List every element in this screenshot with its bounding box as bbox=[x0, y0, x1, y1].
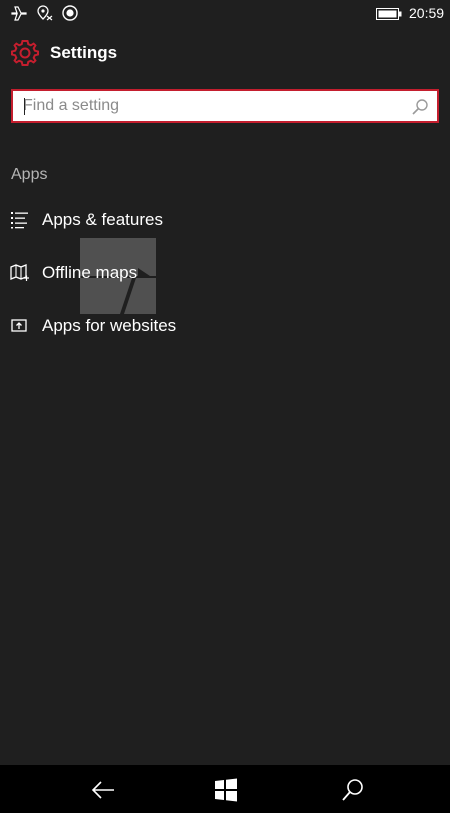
menu-item-offline-maps[interactable]: Offline maps bbox=[0, 253, 450, 306]
search-icon[interactable] bbox=[340, 777, 366, 803]
window-link-icon bbox=[10, 316, 30, 336]
driving-mode-icon bbox=[61, 4, 79, 22]
text-caret bbox=[24, 98, 25, 115]
search-icon[interactable] bbox=[411, 98, 429, 116]
menu-item-apps-for-websites[interactable]: Apps for websites bbox=[0, 306, 450, 359]
list-icon bbox=[10, 210, 30, 230]
back-arrow-icon[interactable] bbox=[90, 777, 116, 803]
airplane-mode-icon bbox=[10, 4, 28, 22]
menu-item-label: Apps for websites bbox=[42, 316, 177, 335]
menu-item-apps-features[interactable]: Apps & features bbox=[0, 200, 450, 253]
apps-menu-list: Apps & features Offline maps Apps for we… bbox=[0, 200, 450, 359]
map-icon bbox=[10, 263, 30, 283]
search-box[interactable] bbox=[11, 89, 439, 123]
location-icon bbox=[36, 4, 54, 22]
search-input[interactable] bbox=[23, 91, 403, 121]
status-time: 20:59 bbox=[409, 5, 445, 21]
section-heading-apps: Apps bbox=[11, 166, 48, 183]
settings-screen: 20:59 Settings Apps bbox=[0, 0, 450, 813]
battery-icon bbox=[376, 7, 402, 20]
status-bar: 20:59 bbox=[0, 0, 450, 26]
menu-item-label: Apps & features bbox=[42, 210, 163, 229]
page-title: Settings bbox=[50, 43, 118, 62]
gear-icon bbox=[10, 38, 40, 68]
navigation-bar bbox=[0, 765, 450, 813]
page-header: Settings bbox=[0, 38, 450, 72]
menu-item-label: Offline maps bbox=[42, 263, 138, 282]
windows-logo-icon[interactable] bbox=[213, 777, 239, 803]
